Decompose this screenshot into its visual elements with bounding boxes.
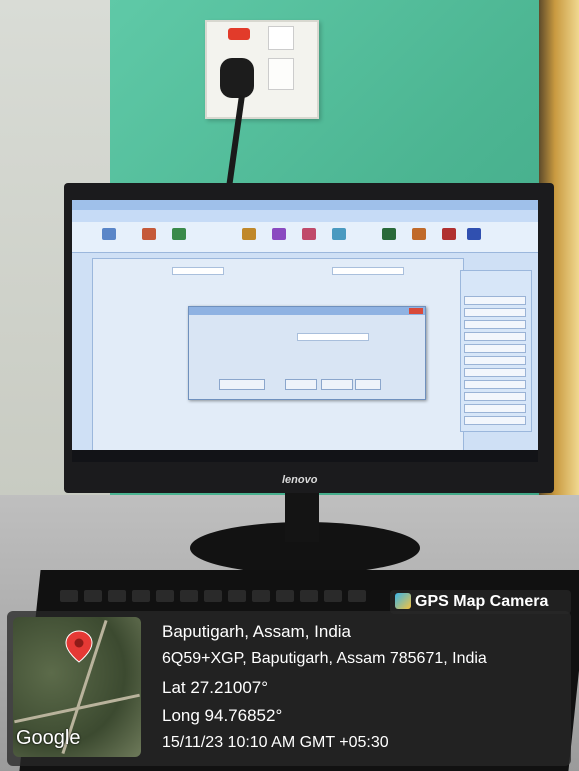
key: [108, 590, 126, 602]
key: [84, 590, 102, 602]
monitor-stand-neck: [285, 492, 319, 542]
dialog-button: [219, 379, 265, 390]
app-dialog: [188, 306, 426, 400]
dialog-button: [321, 379, 353, 390]
ribbon-icon: [102, 228, 116, 240]
location-datetime: 15/11/23 10:10 AM GMT +05:30: [162, 734, 389, 751]
dialog-button: [355, 379, 381, 390]
key: [324, 590, 342, 602]
key: [132, 590, 150, 602]
side-button: [464, 392, 526, 401]
location-longitude: Long 94.76852°: [162, 706, 283, 725]
app-titlebar: [72, 200, 538, 210]
monitor-screen: [72, 200, 538, 462]
windows-taskbar: [72, 450, 538, 462]
location-address: 6Q59+XGP, Baputigarh, Assam 785671, Indi…: [162, 650, 487, 667]
key: [228, 590, 246, 602]
badge-label: GPS Map Camera: [415, 593, 549, 610]
ribbon-icon: [332, 228, 346, 240]
dialog-button: [285, 379, 317, 390]
side-button: [464, 344, 526, 353]
dialog-titlebar: [189, 307, 425, 315]
power-plug: [220, 58, 254, 98]
photo-scene: lenovo GPS Map Camera Google Baputigarh,…: [0, 0, 579, 771]
google-logo: Google: [16, 727, 81, 749]
switch-indicator-light: [228, 28, 250, 40]
ribbon-icon: [382, 228, 396, 240]
key: [156, 590, 174, 602]
side-button: [464, 416, 526, 425]
ribbon-icon: [272, 228, 286, 240]
side-button: [464, 368, 526, 377]
app-tab-strip: [72, 210, 538, 222]
close-icon: [409, 308, 423, 314]
key: [204, 590, 222, 602]
key: [252, 590, 270, 602]
ribbon-icon: [142, 228, 156, 240]
ribbon-icon: [467, 228, 481, 240]
side-button: [464, 404, 526, 413]
ribbon-icon: [172, 228, 186, 240]
wall-switch: [268, 26, 294, 50]
key: [348, 590, 366, 602]
key: [180, 590, 198, 602]
key: [276, 590, 294, 602]
ribbon-icon: [412, 228, 426, 240]
location-latitude: Lat 27.21007°: [162, 678, 269, 697]
location-title: Baputigarh, Assam, India: [162, 622, 352, 641]
side-button: [464, 380, 526, 389]
gps-map-camera-icon: [395, 593, 411, 609]
app-input: [172, 267, 224, 275]
ribbon-icon: [442, 228, 456, 240]
ribbon-icon: [242, 228, 256, 240]
side-button: [464, 308, 526, 317]
app-input: [332, 267, 404, 275]
dialog-input: [297, 333, 369, 341]
key: [60, 590, 78, 602]
ribbon-icon: [302, 228, 316, 240]
wall-switch-lower: [268, 58, 294, 90]
map-pin-icon: [65, 630, 93, 663]
monitor-brand-logo: lenovo: [282, 474, 318, 486]
side-button: [464, 356, 526, 365]
side-button: [464, 296, 526, 305]
key: [300, 590, 318, 602]
side-button: [464, 320, 526, 329]
side-button: [464, 332, 526, 341]
